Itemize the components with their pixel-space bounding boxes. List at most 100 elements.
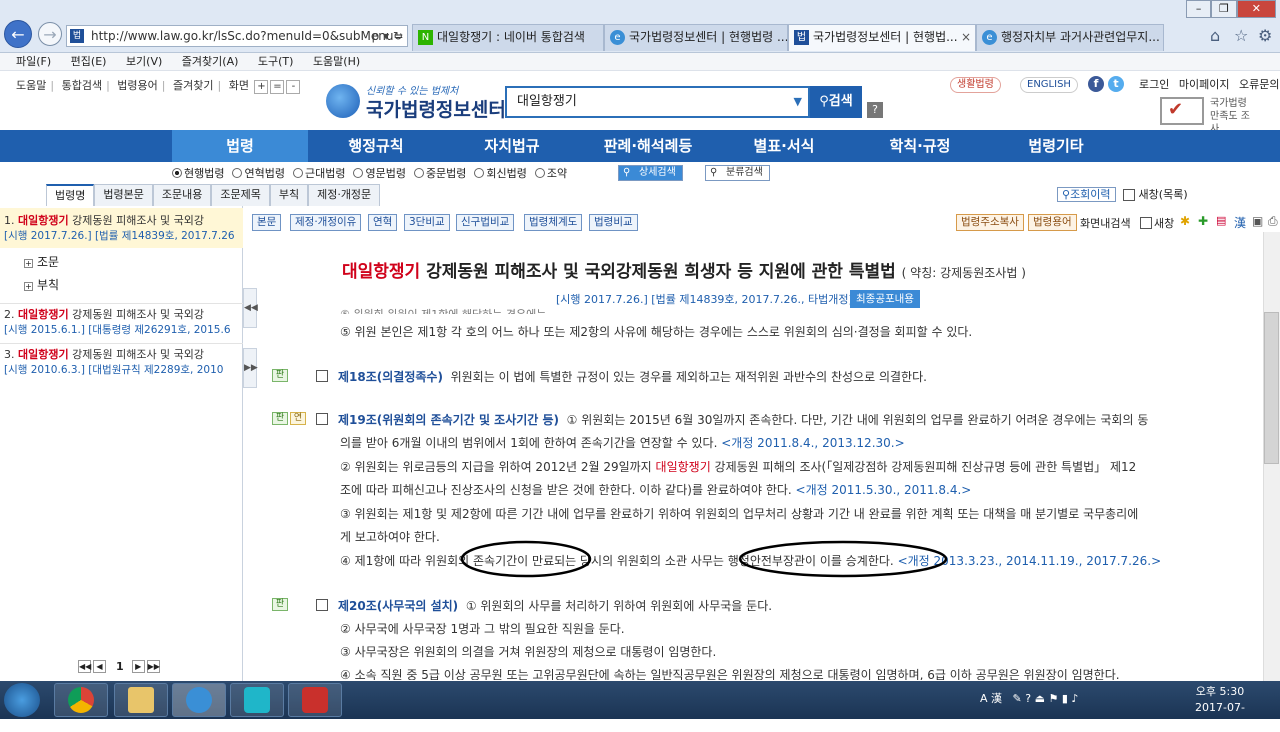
minimize-button[interactable]: – <box>1186 0 1212 18</box>
tab-law-body[interactable]: 법령본문 <box>94 184 153 206</box>
menu-tools[interactable]: 도구(T) <box>258 55 294 68</box>
expand-right-icon[interactable]: ▶▶ <box>243 348 258 388</box>
art18-checkbox[interactable] <box>316 370 328 382</box>
last-page-icon[interactable]: ▶▶ <box>146 660 160 673</box>
star-icon[interactable]: ✱ <box>1180 214 1190 228</box>
bookmark-link[interactable]: 즐겨찾기 <box>173 79 213 92</box>
precedent-tag[interactable]: 판 <box>272 598 288 611</box>
search-dropdown-icon[interactable]: ▼ <box>794 88 802 116</box>
integrated-search-link[interactable]: 통합검색 <box>62 79 102 92</box>
zoom-in-button[interactable]: + <box>254 80 269 94</box>
search-input[interactable]: 대일항쟁기 ▼ <box>505 86 810 118</box>
expand-icon[interactable]: + <box>24 259 33 268</box>
save-icon[interactable]: ▣ <box>1252 214 1263 228</box>
in-page-search-label[interactable]: 화면내검색 <box>1080 215 1131 231</box>
taskbar-explorer[interactable] <box>114 683 168 717</box>
result-item-3[interactable]: 3. 대일항쟁기 강제동원 피해조사 및 국외강 [시행 2010.6.3.] … <box>0 343 243 377</box>
art18-heading[interactable]: 제18조(의결정족수) <box>338 370 443 384</box>
first-page-icon[interactable]: ◀◀ <box>78 660 91 673</box>
precedent-tag[interactable]: 판 <box>272 412 288 425</box>
english-button[interactable]: ENGLISH <box>1020 77 1078 93</box>
class-search-button[interactable]: ⚲ 분류검색 <box>705 165 770 181</box>
precedent-tag[interactable]: 판 <box>272 369 288 382</box>
address-controls[interactable]: ρ ▾ ↻ <box>372 26 403 46</box>
radio-history-law[interactable]: 연혁법령 <box>232 165 285 181</box>
nav-local-laws[interactable]: 자치법규 <box>444 130 580 162</box>
tab-law-active[interactable]: 법 국가법령정보센터 | 현행법... × <box>788 24 976 51</box>
taskbar-app[interactable] <box>288 683 342 717</box>
law-terms-link[interactable]: 법령용어 <box>117 79 157 92</box>
tab-naver[interactable]: N 대일항쟁기 : 네이버 통합검색 <box>412 24 604 51</box>
menu-view[interactable]: 보기(V) <box>126 55 162 68</box>
btn-law-terms[interactable]: 법령용어 <box>1028 214 1077 231</box>
nav-forms[interactable]: 별표·서식 <box>716 130 852 162</box>
nav-laws[interactable]: 법령 <box>172 130 308 162</box>
new-window-list-checkbox[interactable] <box>1123 189 1136 201</box>
collapse-left-icon[interactable]: ◀◀ <box>243 288 258 328</box>
tab-law-current[interactable]: e 국가법령정보센터 | 현행법령 ... <box>604 24 788 51</box>
new-window-checkbox[interactable] <box>1140 217 1152 229</box>
forward-button[interactable]: → <box>38 22 62 46</box>
tree-articles[interactable]: + 조문 <box>24 253 59 270</box>
radio-treaty[interactable]: 조약 <box>534 165 567 181</box>
taskbar-chrome[interactable] <box>54 683 108 717</box>
tab-moi[interactable]: e 행정자치부 과거사관련업무지... <box>976 24 1164 51</box>
ime-indicator[interactable]: A 漢 <box>980 692 1002 705</box>
twitter-icon[interactable]: t <box>1108 76 1124 92</box>
plus-icon[interactable]: ✚ <box>1198 214 1208 228</box>
btn-law-compare[interactable]: 법령비교 <box>589 214 638 231</box>
nav-admin-rules[interactable]: 행정규칙 <box>308 130 444 162</box>
mypage-link[interactable]: 마이페이지 <box>1179 78 1230 91</box>
menu-edit[interactable]: 편집(E) <box>71 55 107 68</box>
tab-law-name[interactable]: 법령명 <box>46 184 95 206</box>
art20-heading[interactable]: 제20조(사무국의 설치) <box>338 599 458 613</box>
taskbar-music[interactable] <box>230 683 284 717</box>
maximize-button[interactable]: ❐ <box>1211 0 1237 18</box>
menu-favorites[interactable]: 즐겨찾기(A) <box>182 55 239 68</box>
back-button[interactable]: ← <box>4 20 32 48</box>
clock[interactable]: 오후 5:30 2017-07-31 <box>1190 684 1250 732</box>
btn-old-new-compare[interactable]: 신구법비교 <box>456 214 515 231</box>
art20-checkbox[interactable] <box>316 599 328 611</box>
radio-english-law[interactable]: 영문법령 <box>353 165 406 181</box>
tray-icons[interactable]: ✎ ? ⏏ ⚑ ▮ ♪ <box>1006 692 1079 705</box>
help-link[interactable]: 도움말 <box>16 79 46 92</box>
result-item-1[interactable]: 1. 대일항쟁기 강제동원 피해조사 및 국외강 [시행 2017.7.26.]… <box>0 208 243 248</box>
nav-other[interactable]: 법령기타 <box>988 130 1124 162</box>
radio-chinese-law[interactable]: 중문법령 <box>413 165 466 181</box>
survey-banner[interactable]: ✔ 국가법령 만족도 조사 <box>1160 95 1260 135</box>
scrollbar-thumb[interactable] <box>1264 312 1279 464</box>
btn-revision-reason[interactable]: 제정·개정이유 <box>290 214 362 231</box>
start-button-windows-icon[interactable] <box>4 683 40 717</box>
history-tag[interactable]: 연 <box>290 412 306 425</box>
favorites-star-icon[interactable]: ☆ <box>1234 26 1248 45</box>
view-history-button[interactable]: ⚲조회이력 <box>1057 187 1116 202</box>
revision-note[interactable]: <개정 2011.8.4., 2013.12.30.> <box>721 436 904 450</box>
revision-note[interactable]: <개정 2011.5.30., 2011.8.4.> <box>796 483 972 497</box>
tab-article-content[interactable]: 조문내용 <box>152 184 212 206</box>
menu-file[interactable]: 파일(F) <box>16 55 51 68</box>
home-icon[interactable]: ⌂ <box>1210 26 1220 45</box>
settings-gear-icon[interactable]: ⚙ <box>1258 26 1272 45</box>
next-page-icon[interactable]: ▶ <box>131 660 145 673</box>
tab-supplementary[interactable]: 부칙 <box>269 184 309 206</box>
tab-close-icon[interactable]: × <box>961 25 971 50</box>
radio-current-law[interactable]: 현행법령 <box>172 165 224 181</box>
tab-enactment[interactable]: 제정·개정문 <box>308 184 381 206</box>
facebook-icon[interactable]: f <box>1088 76 1104 92</box>
btn-law-system[interactable]: 법령체계도 <box>524 214 583 231</box>
art19-checkbox[interactable] <box>316 413 328 425</box>
site-logo[interactable]: 신뢰할 수 있는 법제처 국가법령정보센터 <box>326 82 506 121</box>
help-icon[interactable]: ? <box>867 102 883 118</box>
zoom-reset-button[interactable]: = <box>270 80 285 94</box>
tree-supplementary[interactable]: + 부칙 <box>24 276 59 293</box>
prev-page-icon[interactable]: ◀ <box>93 660 106 673</box>
radio-reply-law[interactable]: 회신법령 <box>474 165 527 181</box>
btn-body[interactable]: 본문 <box>252 214 282 231</box>
login-link[interactable]: 로그인 <box>1139 78 1169 91</box>
menu-help[interactable]: 도움말(H) <box>313 55 360 68</box>
pdf-icon[interactable]: ▤ <box>1216 214 1226 227</box>
taskbar-ie[interactable] <box>172 683 226 717</box>
btn-copy-address[interactable]: 법령주소복사 <box>956 214 1024 231</box>
address-bar[interactable]: 법 http://www.law.go.kr/lsSc.do?menuId=0&… <box>66 25 408 47</box>
